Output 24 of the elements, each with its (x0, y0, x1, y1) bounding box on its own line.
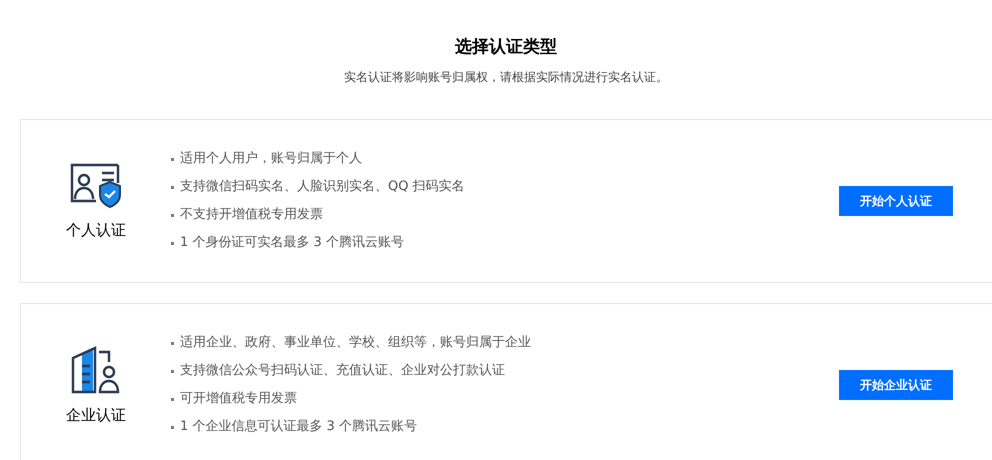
feature-text: 支持微信公众号扫码认证、充值认证、企业对公打款认证 (180, 362, 505, 380)
feature-text: 1 个企业信息可认证最多 3 个腾讯云账号 (180, 418, 417, 436)
feature-text: 可开增值税专用发票 (180, 390, 297, 408)
feature-text: 支持微信扫码实名、人脸识别实名、QQ 扫码实名 (180, 178, 465, 196)
start-button[interactable]: 开始个人认证 (839, 186, 953, 216)
feature-text: 不支持开增值税专用发票 (180, 206, 323, 224)
page-title: 选择认证类型 (454, 36, 558, 59)
option-title: 企业认证 (66, 406, 126, 424)
bullet-icon (171, 342, 174, 344)
bullet-icon (171, 398, 174, 400)
start-button[interactable]: 开始企业认证 (839, 370, 953, 400)
feature-text: 适用个人用户，账号归属于个人 (180, 150, 362, 168)
page-subtitle: 实名认证将影响账号归属权，请根据实际情况进行实名认证。 (343, 69, 669, 86)
building-person-icon (71, 346, 121, 394)
bullet-icon (171, 370, 174, 372)
feature-text: 适用企业、政府、事业单位、学校、组织等，账号归属于企业 (180, 334, 531, 352)
bullet-icon (171, 158, 174, 160)
bullet-icon (171, 214, 174, 216)
option-title: 个人认证 (66, 220, 126, 240)
feature-text: 1 个身份证可实名最多 3 个腾讯云账号 (180, 234, 404, 252)
bullet-icon (171, 186, 174, 188)
bullet-icon (171, 426, 174, 428)
bullet-icon (171, 242, 174, 244)
id-card-shield-icon (70, 162, 122, 208)
